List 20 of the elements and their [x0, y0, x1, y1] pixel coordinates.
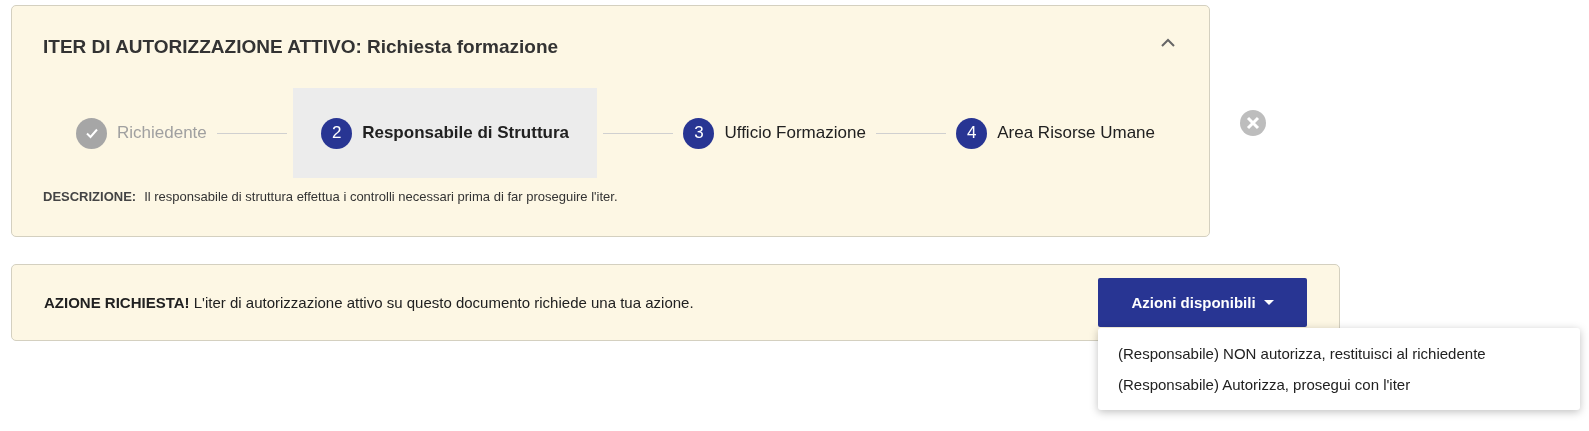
panel-title: ITER DI AUTORIZZAZIONE ATTIVO: Richiesta formazione [43, 36, 559, 58]
actions-dropdown-button[interactable]: Azioni disponibili [1098, 278, 1307, 327]
description-text: Il responsabile di struttura effettua i controlli necessari prima di far proseguire l'iter. [144, 189, 618, 204]
step[interactable]: 2 Responsabile di Struttura [293, 88, 598, 178]
check-icon [76, 117, 107, 149]
action-message: AZIONE RICHIESTA! L'iter di autorizzazione attivo su questo documento richiede una tua azione. [44, 294, 694, 311]
collapse-chevron-icon[interactable] [1161, 37, 1175, 47]
step[interactable]: 4 Area Risorse Umane [952, 88, 1159, 178]
step-label: Area Risorse Umane [997, 123, 1155, 143]
step[interactable]: 3 Ufficio Formazione [679, 88, 870, 178]
menu-item[interactable]: (Responsabile) NON autorizza, restituisci al richiedente [1098, 338, 1580, 369]
step-label: Responsabile di Struttura [362, 123, 570, 143]
step-number: 3 [683, 117, 715, 149]
step-label: Richiedente [117, 123, 207, 143]
menu-item[interactable]: (Responsabile) Autorizza, prosegui con l'iter [1098, 369, 1580, 400]
caret-icon [1263, 300, 1274, 305]
step-label: Ufficio Formazione [724, 123, 866, 143]
step-number: 2 [321, 117, 353, 149]
step-number: 4 [956, 117, 988, 149]
description-label: DESCRIZIONE: [43, 189, 137, 204]
